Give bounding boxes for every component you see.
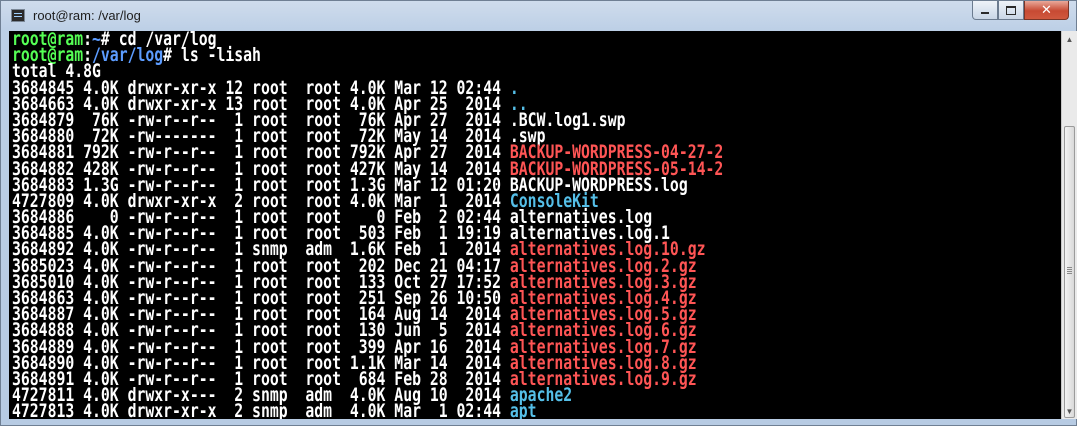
maximize-button[interactable] xyxy=(998,1,1024,20)
maximize-icon xyxy=(1006,5,1016,15)
terminal-segment: 4727813 4.0K drwxr-xr-x 2 snmp adm 4.0K … xyxy=(12,401,510,419)
terminal-segment: /var/log xyxy=(92,45,164,67)
terminal-segment: # ls -lisah xyxy=(163,45,261,67)
scroll-down-icon: ▼ xyxy=(1065,406,1074,416)
terminal-segment: apt xyxy=(509,401,537,419)
scroll-down-button[interactable]: ▼ xyxy=(1062,403,1077,419)
grip-icon xyxy=(1067,267,1072,268)
minimize-icon xyxy=(981,12,989,14)
terminal-line: root@ram:/var/log# ls -lisah xyxy=(12,45,723,67)
terminal-output[interactable]: root@ram:~# cd /var/log root@ram:/var/log… xyxy=(9,31,1061,419)
close-button[interactable]: ✕ xyxy=(1024,1,1069,20)
scroll-thumb[interactable] xyxy=(1064,126,1075,418)
window-title: root@ram: /var/log xyxy=(33,8,141,23)
caption-buttons: ✕ xyxy=(972,1,1069,21)
terminal-line: 4727813 4.0K drwxr-xr-x 2 snmp adm 4.0K … xyxy=(12,401,723,419)
terminal-window: root@ram: /var/log ✕ root@ram:~# cd /var… xyxy=(0,0,1077,426)
scroll-up-button[interactable]: ▲ xyxy=(1062,31,1077,47)
close-icon: ✕ xyxy=(1041,2,1052,18)
scroll-up-icon: ▲ xyxy=(1065,34,1074,44)
terminal-app-icon[interactable] xyxy=(11,9,25,22)
minimize-button[interactable] xyxy=(972,1,998,20)
title-bar[interactable]: root@ram: /var/log ✕ xyxy=(1,1,1076,31)
vertical-scrollbar[interactable]: ▲ ▼ xyxy=(1061,31,1077,419)
terminal-lines: root@ram:~# cd /var/log root@ram:/var/log… xyxy=(12,31,723,419)
